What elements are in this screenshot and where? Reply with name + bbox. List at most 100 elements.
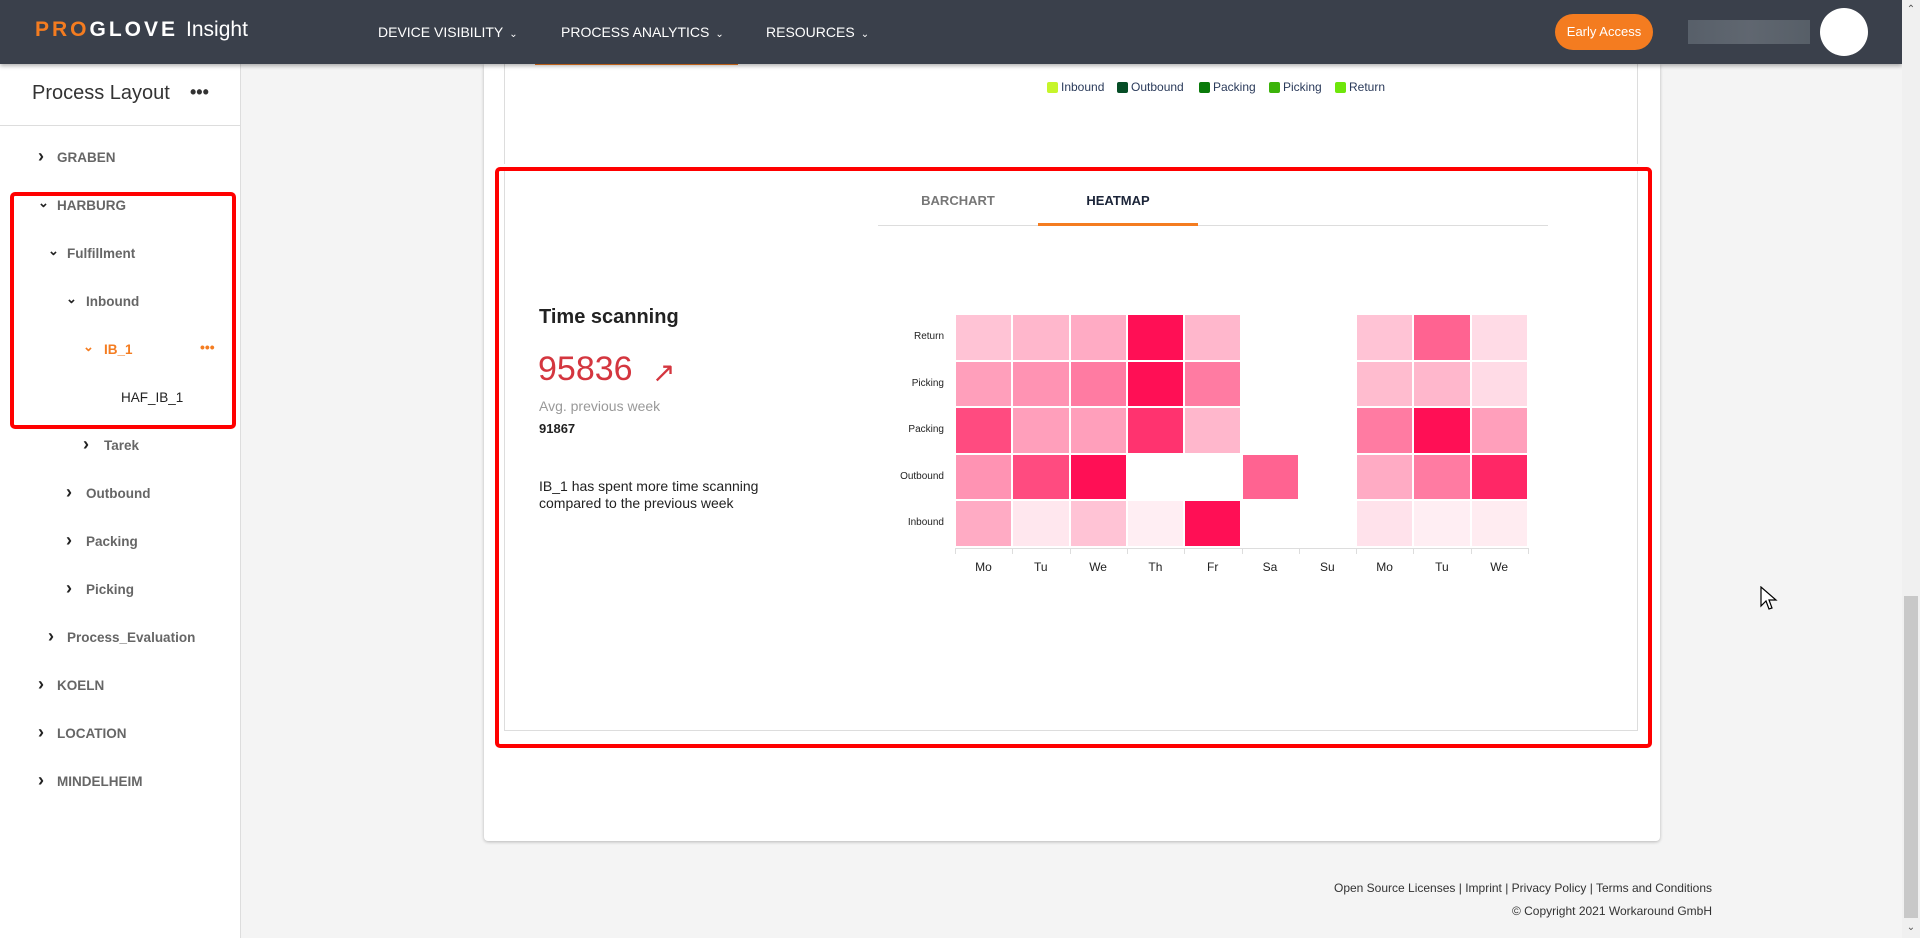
tab-barchart[interactable]: BARCHART bbox=[878, 193, 1038, 208]
footer-link-imprint[interactable]: Imprint bbox=[1465, 881, 1502, 895]
footer-link-privacy-policy[interactable]: Privacy Policy bbox=[1512, 881, 1587, 895]
heatmap-cell-inbound-1[interactable] bbox=[1012, 500, 1070, 547]
heatmap-cell-return-9[interactable] bbox=[1470, 314, 1528, 361]
heatmap-cell-return-2[interactable] bbox=[1069, 314, 1127, 361]
sidebar-item-picking[interactable]: › Picking bbox=[66, 578, 134, 598]
sidebar-item-tarek[interactable]: › Tarek bbox=[83, 434, 139, 454]
legend-label: Outbound bbox=[1131, 80, 1184, 94]
legend-item-return[interactable]: Return bbox=[1335, 80, 1385, 94]
x-tick bbox=[955, 548, 956, 554]
sidebar-item-packing[interactable]: › Packing bbox=[66, 530, 138, 550]
x-label-th: Th bbox=[1148, 560, 1163, 574]
heatmap-cell-packing-0[interactable] bbox=[955, 407, 1013, 454]
logo-pro: PRO bbox=[35, 18, 90, 41]
sidebar-item-inbound[interactable]: ⌄ Inbound bbox=[66, 291, 139, 309]
scroll-down-icon[interactable]: ⌄ bbox=[1902, 922, 1920, 933]
heatmap-cell-inbound-7[interactable] bbox=[1356, 500, 1414, 547]
user-name-redacted bbox=[1688, 20, 1810, 44]
heatmap-cell-picking-2[interactable] bbox=[1069, 360, 1127, 408]
heatmap-cell-return-0[interactable] bbox=[955, 314, 1013, 361]
scroll-up-icon[interactable]: ⌃ bbox=[1902, 4, 1920, 15]
heatmap-cell-picking-8[interactable] bbox=[1413, 360, 1471, 408]
heatmap-cell-inbound-9[interactable] bbox=[1470, 500, 1528, 547]
heatmap-cell-outbound-7[interactable] bbox=[1356, 453, 1414, 501]
heatmap-cell-picking-9[interactable] bbox=[1470, 360, 1528, 408]
heatmap-cell-outbound-2[interactable] bbox=[1069, 453, 1127, 501]
early-access-button[interactable]: Early Access bbox=[1555, 14, 1653, 50]
sidebar-item-graben[interactable]: › GRABEN bbox=[38, 146, 116, 166]
heatmap-cell-packing-1[interactable] bbox=[1012, 407, 1070, 454]
chevron-right-icon[interactable]: › bbox=[66, 530, 72, 551]
sidebar-item-harburg[interactable]: ⌄ HARBURG bbox=[38, 195, 126, 213]
chevron-right-icon[interactable]: › bbox=[83, 434, 89, 455]
heatmap-cell-picking-0[interactable] bbox=[955, 360, 1013, 408]
heatmap-cell-picking-1[interactable] bbox=[1012, 360, 1070, 408]
heatmap-cell-outbound-0[interactable] bbox=[955, 453, 1013, 501]
x-tick bbox=[1356, 548, 1358, 554]
sidebar-item-location[interactable]: › LOCATION bbox=[38, 722, 127, 742]
sidebar-item-haf-ib-1[interactable]: HAF_IB_1 bbox=[121, 390, 183, 405]
heatmap-cell-inbound-4[interactable] bbox=[1184, 500, 1242, 547]
nav-label: PROCESS ANALYTICS bbox=[561, 24, 710, 40]
sidebar-item-ib-1[interactable]: ⌄ IB_1 bbox=[83, 339, 133, 357]
sidebar-item-process-evaluation[interactable]: › Process_Evaluation bbox=[48, 626, 195, 646]
avatar[interactable] bbox=[1820, 8, 1868, 56]
sidebar-item-koeln[interactable]: › KOELN bbox=[38, 674, 104, 694]
legend-label: Return bbox=[1349, 80, 1386, 94]
scrollbar-thumb[interactable] bbox=[1904, 596, 1918, 918]
chevron-right-icon[interactable]: › bbox=[48, 626, 54, 647]
chevron-right-icon[interactable]: › bbox=[38, 770, 44, 791]
heatmap-cell-packing-7[interactable] bbox=[1356, 407, 1414, 454]
chevron-right-icon[interactable]: › bbox=[66, 578, 72, 599]
heatmap-cell-picking-3[interactable] bbox=[1126, 360, 1185, 408]
more-options-icon[interactable]: ••• bbox=[200, 339, 215, 355]
heatmap-cell-outbound-8[interactable] bbox=[1413, 453, 1471, 501]
x-label-tu: Tu bbox=[1435, 560, 1449, 574]
heatmap-cell-return-1[interactable] bbox=[1012, 314, 1070, 361]
chevron-down-icon[interactable]: ⌄ bbox=[66, 291, 77, 307]
sidebar-item-fulfillment[interactable]: ⌄ Fulfillment bbox=[48, 243, 135, 261]
chevron-down-icon[interactable]: ⌄ bbox=[83, 339, 94, 355]
legend-swatch bbox=[1117, 81, 1128, 93]
legend-item-inbound[interactable]: Inbound bbox=[1047, 80, 1104, 94]
heatmap-cell-outbound-1[interactable] bbox=[1012, 453, 1070, 501]
heatmap-cell-packing-8[interactable] bbox=[1413, 407, 1471, 454]
chevron-down-icon[interactable]: ⌄ bbox=[38, 195, 49, 211]
legend-item-packing[interactable]: Packing bbox=[1199, 80, 1256, 94]
heatmap-cell-inbound-0[interactable] bbox=[955, 500, 1013, 547]
chevron-right-icon[interactable]: › bbox=[38, 674, 44, 695]
legend-item-outbound[interactable]: Outbound bbox=[1117, 80, 1184, 94]
chevron-right-icon[interactable]: › bbox=[38, 146, 44, 167]
heatmap-cell-picking-4[interactable] bbox=[1184, 360, 1242, 408]
chevron-right-icon[interactable]: › bbox=[38, 722, 44, 743]
heatmap-cell-packing-9[interactable] bbox=[1470, 407, 1528, 454]
chevron-right-icon[interactable]: › bbox=[66, 482, 72, 503]
more-options-icon[interactable]: ••• bbox=[190, 82, 209, 103]
heatmap-cell-return-8[interactable] bbox=[1413, 314, 1471, 361]
heatmap-cell-outbound-9[interactable] bbox=[1470, 453, 1528, 501]
heatmap-cell-inbound-3[interactable] bbox=[1126, 500, 1185, 547]
heatmap-cell-packing-4[interactable] bbox=[1184, 407, 1242, 454]
heatmap-cell-outbound-5[interactable] bbox=[1241, 453, 1299, 501]
chevron-down-icon[interactable]: ⌄ bbox=[48, 243, 59, 259]
heatmap-cell-packing-2[interactable] bbox=[1069, 407, 1127, 454]
footer-link-open-source-licenses[interactable]: Open Source Licenses bbox=[1334, 881, 1455, 895]
proglove-insight-logo[interactable]: PROGLOVE Insight bbox=[35, 18, 248, 42]
heatmap-cell-return-7[interactable] bbox=[1356, 314, 1414, 361]
heatmap-cell-picking-7[interactable] bbox=[1356, 360, 1414, 408]
sidebar-item-mindelheim[interactable]: › MINDELHEIM bbox=[38, 770, 143, 790]
footer-link-terms-and-conditions[interactable]: Terms and Conditions bbox=[1596, 881, 1712, 895]
nav-device-visibility[interactable]: DEVICE VISIBILITY ⌄ bbox=[378, 24, 518, 40]
heatmap-cell-inbound-2[interactable] bbox=[1069, 500, 1127, 547]
tab-heatmap[interactable]: HEATMAP bbox=[1038, 193, 1198, 208]
nav-resources[interactable]: RESOURCES ⌄ bbox=[766, 24, 869, 40]
legend-item-picking[interactable]: Picking bbox=[1269, 80, 1322, 94]
heatmap-cell-packing-3[interactable] bbox=[1126, 407, 1185, 454]
sidebar-item-outbound[interactable]: › Outbound bbox=[66, 482, 150, 502]
heatmap-cell-return-4[interactable] bbox=[1184, 314, 1242, 361]
mouse-cursor-icon bbox=[1760, 586, 1778, 610]
nav-process-analytics[interactable]: PROCESS ANALYTICS ⌄ bbox=[561, 24, 724, 40]
heatmap-cell-return-3[interactable] bbox=[1126, 314, 1185, 361]
metric-description: IB_1 has spent more time scanning compar… bbox=[539, 478, 759, 511]
heatmap-cell-inbound-8[interactable] bbox=[1413, 500, 1471, 547]
